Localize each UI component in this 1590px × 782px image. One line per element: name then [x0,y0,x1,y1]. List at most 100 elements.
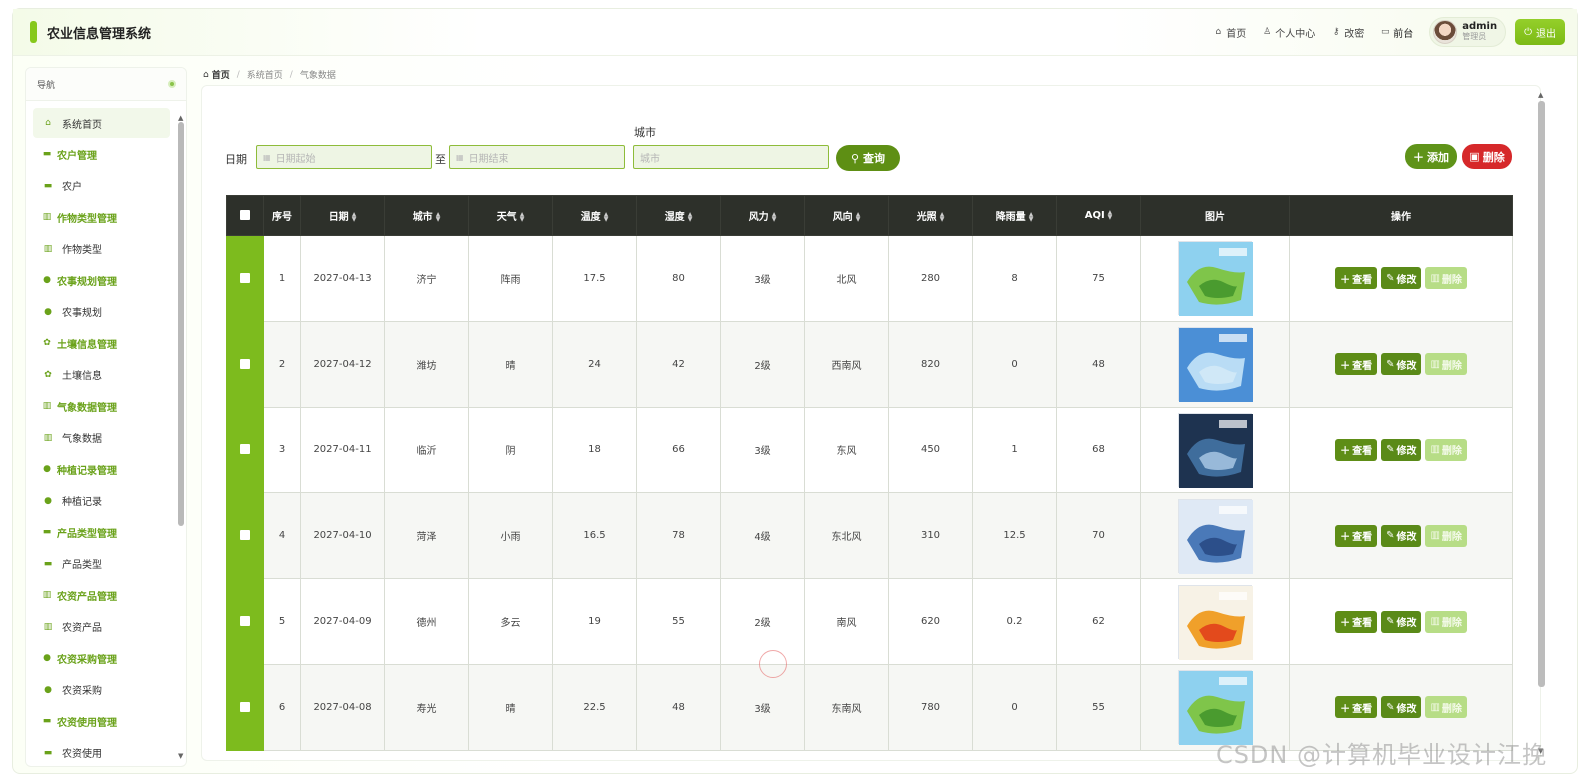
sidebar-item-1[interactable]: ▬ 农户 [33,170,170,201]
edit-button[interactable]: ✎ 修改 [1381,696,1422,719]
sidebar-scrollbar[interactable]: ▲ ▼ [178,114,184,760]
row-checkbox-cell[interactable] [226,492,264,580]
sort-icon[interactable]: ▲ ▼ [604,212,609,223]
weather-image[interactable] [1178,327,1253,403]
scroll-down-icon[interactable]: ▼ [178,752,183,760]
breadcrumb-level1[interactable]: 系统首页 [247,68,283,81]
nav-profile[interactable]: ♙ 个人中心 [1262,25,1315,40]
delete-button[interactable]: ▥ 删除 [1425,438,1467,461]
row-checkbox-cell[interactable] [226,578,264,665]
sidebar-group-4[interactable]: ✿ 土壤信息管理 [33,327,170,359]
sidebar-item-3[interactable]: ● 农事规划 [33,296,170,327]
sidebar-item-5[interactable]: ▥ 气象数据 [33,422,170,453]
query-button[interactable]: ⚲ 查询 [836,145,900,171]
scroll-up-icon[interactable]: ▲ [1538,91,1543,99]
column-header[interactable]: 风力 ▲ ▼ [720,195,805,236]
sidebar-item-7[interactable]: ▬ 产品类型 [33,548,170,579]
sort-icon[interactable]: ▲ ▼ [940,212,945,223]
sort-icon[interactable]: ▲ ▼ [1029,212,1034,223]
view-button[interactable]: ＋查看 [1335,267,1378,290]
view-button[interactable]: ＋查看 [1335,610,1378,633]
edit-button[interactable]: ✎ 修改 [1381,524,1422,547]
column-header[interactable]: 天气 ▲ ▼ [468,195,553,236]
sidebar-group-6[interactable]: ● 种植记录管理 [33,453,170,485]
delete-button[interactable]: ▥ 删除 [1425,267,1467,290]
view-button[interactable]: ＋查看 [1335,353,1378,376]
column-header[interactable]: 日期 ▲ ▼ [300,195,385,236]
nav-home[interactable]: ⌂ 首页 [1213,25,1246,40]
sidebar-item-10[interactable]: ▬ 农资使用 [33,737,170,766]
sidebar-item-home[interactable]: ⌂ 系统首页 [33,108,170,138]
row-checkbox[interactable] [240,530,250,541]
sidebar-item-4[interactable]: ✿ 土壤信息 [33,359,170,390]
weather-image[interactable] [1178,241,1253,317]
row-checkbox-cell[interactable] [226,663,264,751]
view-button[interactable]: ＋查看 [1335,696,1378,719]
batch-delete-button[interactable]: ▣ 删除 [1462,144,1512,169]
column-header[interactable]: 风向 ▲ ▼ [804,195,889,236]
sidebar-item-8[interactable]: ▥ 农资产品 [33,611,170,642]
edit-button[interactable]: ✎ 修改 [1381,267,1422,290]
sidebar-item-2[interactable]: ▥ 作物类型 [33,233,170,264]
sidebar-group-9[interactable]: ● 农资采购管理 [33,642,170,674]
date-end-field[interactable]: ▦ 日期结束 [449,145,625,169]
delete-button[interactable]: ▥ 删除 [1425,524,1467,547]
row-checkbox-cell[interactable] [226,406,264,494]
sort-icon[interactable]: ▲ ▼ [856,212,861,223]
sort-icon[interactable]: ▲ ▼ [688,212,693,223]
edit-button[interactable]: ✎ 修改 [1381,438,1422,461]
sidebar-item-6[interactable]: ● 种植记录 [33,485,170,516]
weather-image[interactable] [1178,670,1253,746]
weather-image[interactable] [1178,498,1253,574]
nav-front[interactable]: ▭ 前台 [1380,25,1413,40]
column-header[interactable]: 降雨量 ▲ ▼ [972,195,1057,236]
logout-button[interactable]: ⏻ 退出 [1515,19,1565,45]
row-checkbox[interactable] [240,444,250,455]
sort-icon[interactable]: ▲ ▼ [436,212,441,223]
weather-image[interactable] [1178,412,1253,488]
delete-button[interactable]: ▥ 删除 [1425,353,1467,376]
sidebar-group-2[interactable]: ▥ 作物类型管理 [33,201,170,233]
scroll-up-icon[interactable]: ▲ [178,114,183,122]
city-input[interactable]: 城市 [633,145,829,169]
select-all-checkbox[interactable] [226,195,264,236]
row-checkbox[interactable] [240,616,250,627]
sidebar-scroll-thumb[interactable] [178,122,184,526]
view-button[interactable]: ＋查看 [1335,438,1378,461]
add-button[interactable]: ＋添加 [1405,144,1457,169]
sidebar-group-3[interactable]: ● 农事规划管理 [33,264,170,296]
row-checkbox[interactable] [240,272,250,283]
column-header[interactable]: AQI ▲ ▼ [1056,195,1141,236]
sort-icon[interactable]: ▲ ▼ [520,212,525,223]
sidebar-group-5[interactable]: ▥ 气象数据管理 [33,390,170,422]
nav-password[interactable]: ⚷ 改密 [1331,25,1364,40]
main-scrollbar[interactable]: ▲ ▼ [1538,91,1545,755]
column-header[interactable]: 城市 ▲ ▼ [384,195,469,236]
date-start-field[interactable]: ▦ 日期起始 [256,145,432,169]
user-menu[interactable]: admin 管理员 [1429,17,1507,47]
sidebar-group-7[interactable]: ▬ 产品类型管理 [33,516,170,548]
column-header[interactable]: 光照 ▲ ▼ [888,195,973,236]
row-checkbox[interactable] [240,358,250,369]
sidebar-group-8[interactable]: ▥ 农资产品管理 [33,579,170,611]
row-checkbox[interactable] [240,701,250,712]
sort-icon[interactable]: ▲ ▼ [352,212,357,223]
column-header[interactable]: 湿度 ▲ ▼ [636,195,721,236]
delete-button[interactable]: ▥ 删除 [1425,610,1467,633]
breadcrumb-home[interactable]: 首页 [212,68,230,81]
sort-icon[interactable]: ▲ ▼ [772,212,777,223]
row-checkbox-cell[interactable] [226,320,264,408]
checkbox-icon[interactable] [240,210,250,220]
sidebar-item-9[interactable]: ● 农资采购 [33,674,170,705]
row-checkbox-cell[interactable] [226,235,264,322]
sidebar-group-10[interactable]: ▬ 农资使用管理 [33,705,170,737]
main-scroll-thumb[interactable] [1538,101,1545,687]
edit-button[interactable]: ✎ 修改 [1381,610,1422,633]
edit-button[interactable]: ✎ 修改 [1381,353,1422,376]
sort-icon[interactable]: ▲ ▼ [1108,210,1113,221]
delete-button[interactable]: ▥ 删除 [1425,696,1467,719]
weather-image[interactable] [1178,584,1253,660]
view-button[interactable]: ＋查看 [1335,524,1378,547]
column-header[interactable]: 温度 ▲ ▼ [552,195,637,236]
sidebar-group-1[interactable]: ▬ 农户管理 [33,138,170,170]
